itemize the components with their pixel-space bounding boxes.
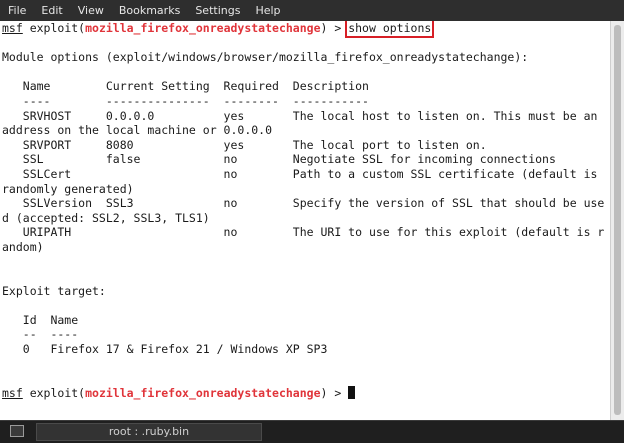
- options-table-header: Name Current Setting Required Descriptio…: [2, 79, 369, 94]
- prompt-exploit-open: exploit(: [22, 385, 86, 400]
- text-cursor: [348, 385, 356, 399]
- prompt-close: ) >: [320, 21, 349, 35]
- terminal-scrollbar[interactable]: [610, 21, 624, 420]
- prompt-msf: msf: [2, 385, 23, 400]
- target-table-header: Id Name: [2, 312, 79, 327]
- prompt-module-name: mozilla_firefox_onreadystatechange: [85, 21, 321, 35]
- prompt-msf: msf: [2, 21, 23, 35]
- option-row-sslversion-wrap: d (accepted: SSL2, SSL3, TLS1): [2, 210, 210, 225]
- exploit-target-heading: Exploit target:: [2, 283, 106, 298]
- option-row-sslversion: SSLVersion SSL3 no Specify the version o…: [2, 196, 605, 211]
- menu-view[interactable]: View: [70, 0, 111, 21]
- menu-bookmarks[interactable]: Bookmarks: [111, 0, 187, 21]
- options-table-separator: ---- --------------- -------- ----------…: [2, 93, 369, 108]
- menu-edit[interactable]: Edit: [33, 0, 69, 21]
- show-desktop-icon[interactable]: [10, 425, 24, 437]
- command-prompt-line: msf exploit(mozilla_firefox_onreadystate…: [2, 21, 604, 38]
- scrollbar-thumb[interactable]: [614, 25, 621, 415]
- module-options-heading: Module options (exploit/windows/browser/…: [2, 50, 529, 65]
- option-row-uripath-wrap: andom): [2, 239, 44, 254]
- target-row: 0 Firefox 17 & Firefox 21 / Windows XP S…: [2, 342, 328, 357]
- taskbar: root : .ruby.bin: [0, 420, 624, 443]
- highlighted-command: show options: [345, 21, 435, 38]
- option-row-sslcert-wrap: randomly generated): [2, 181, 134, 196]
- option-row-uripath: URIPATH no The URI to use for this explo…: [2, 225, 605, 240]
- target-table-separator: -- ----: [2, 327, 79, 342]
- option-row-srvhost: SRVHOST 0.0.0.0 yes The local host to li…: [2, 108, 598, 123]
- prompt-close: ) >: [320, 385, 349, 400]
- menu-settings[interactable]: Settings: [187, 0, 247, 21]
- menu-help[interactable]: Help: [247, 0, 287, 21]
- prompt-module-name: mozilla_firefox_onreadystatechange: [85, 385, 321, 400]
- prompt-exploit-open: exploit(: [22, 21, 86, 35]
- menu-file[interactable]: File: [0, 0, 33, 21]
- option-row-ssl: SSL false no Negotiate SSL for incoming …: [2, 152, 556, 167]
- terminal-lines: msf exploit(mozilla_firefox_onreadystate…: [2, 21, 604, 400]
- konsole-window: File Edit View Bookmarks Settings Help m…: [0, 0, 624, 443]
- option-row-sslcert: SSLCert no Path to a custom SSL certific…: [2, 166, 598, 181]
- option-row-srvhost-wrap: address on the local machine or 0.0.0.0: [2, 123, 273, 138]
- terminal-output[interactable]: msf exploit(mozilla_firefox_onreadystate…: [0, 21, 610, 420]
- active-prompt-line[interactable]: msf exploit(mozilla_firefox_onreadystate…: [2, 385, 604, 401]
- taskbar-window-button[interactable]: root : .ruby.bin: [36, 423, 262, 441]
- menu-bar: File Edit View Bookmarks Settings Help: [0, 0, 624, 21]
- option-row-srvport: SRVPORT 8080 yes The local port to liste…: [2, 137, 487, 152]
